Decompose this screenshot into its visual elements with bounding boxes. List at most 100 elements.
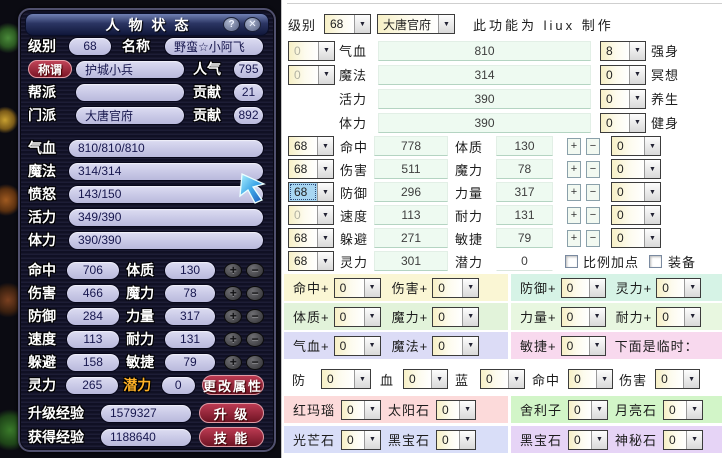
title-button[interactable]: 称谓 bbox=[28, 60, 72, 78]
endurance-add-dropdown[interactable]: 0 ▼ bbox=[656, 307, 701, 327]
damage-skill-dropdown[interactable]: 68 ▼ bbox=[288, 159, 334, 179]
calc-hp-value: 810 bbox=[378, 41, 591, 61]
chevron-down-icon: ▼ bbox=[354, 15, 370, 33]
defense-extra-dropdown[interactable]: 0 ▼ bbox=[611, 182, 661, 202]
temp-damage-dropdown[interactable]: 0 ▼ bbox=[655, 369, 700, 389]
temp-defense-dropdown[interactable]: 0 ▼ bbox=[321, 369, 371, 389]
gained-exp-value: 1188640 bbox=[100, 428, 192, 447]
plus-button[interactable]: + bbox=[567, 184, 581, 201]
close-icon[interactable]: ✕ bbox=[244, 17, 261, 32]
dodge-extra-dropdown[interactable]: 0 ▼ bbox=[611, 228, 661, 248]
calc-level-dropdown[interactable]: 68 ▼ bbox=[324, 14, 371, 34]
popularity-label: 人气 bbox=[193, 59, 233, 79]
mp-add-dropdown[interactable]: 0 ▼ bbox=[432, 336, 479, 356]
minus-button[interactable]: − bbox=[246, 263, 264, 278]
temp-buff-row: 防 0 ▼ 血 0 ▼ 蓝 0 ▼ 命中 0 ▼ 伤害 0 ▼ bbox=[288, 368, 700, 390]
change-attributes-button[interactable]: 更改属性 bbox=[202, 375, 264, 395]
stat-row-spirit: 灵力 265 潜力 0 更改属性 bbox=[28, 374, 264, 396]
minus-button[interactable]: − bbox=[246, 286, 264, 301]
light-stone-dropdown[interactable]: 0 ▼ bbox=[341, 430, 381, 450]
temp-mp-dropdown[interactable]: 0 ▼ bbox=[480, 369, 525, 389]
minus-button[interactable]: − bbox=[586, 184, 600, 201]
plus-button[interactable]: + bbox=[567, 138, 581, 155]
damage-add-dropdown[interactable]: 0 ▼ bbox=[432, 278, 479, 298]
minus-button[interactable]: − bbox=[586, 161, 600, 178]
hit-label: 命中 bbox=[28, 260, 66, 280]
dodge-skill-dropdown[interactable]: 68 ▼ bbox=[288, 228, 334, 248]
mingxiang-dropdown[interactable]: 0 ▼ bbox=[600, 65, 646, 85]
skills-button[interactable]: 技 能 bbox=[199, 427, 264, 447]
speed-extra-dropdown[interactable]: 0 ▼ bbox=[611, 205, 661, 225]
spirit-label: 灵力 bbox=[340, 252, 372, 271]
hp-add-dropdown[interactable]: 0 ▼ bbox=[334, 336, 381, 356]
defense-add-dropdown[interactable]: 0 ▼ bbox=[561, 278, 606, 298]
mp-mod-dropdown[interactable]: 0 ▼ bbox=[288, 65, 335, 85]
add-label: 防御+ bbox=[520, 278, 557, 297]
minus-button[interactable]: − bbox=[586, 230, 600, 247]
strength-add-dropdown[interactable]: 0 ▼ bbox=[561, 307, 606, 327]
sarira-dropdown[interactable]: 0 ▼ bbox=[568, 400, 608, 420]
magic-add-dropdown[interactable]: 0 ▼ bbox=[432, 307, 479, 327]
temp-label: 防 bbox=[292, 370, 306, 389]
stat-row-damage: 伤害 466 魔力 78 + − bbox=[28, 282, 264, 304]
damage-extra-dropdown[interactable]: 0 ▼ bbox=[611, 159, 661, 179]
constitution-add-dropdown[interactable]: 0 ▼ bbox=[334, 307, 381, 327]
calc-stamina-row: 体力 390 0 ▼ 健身 bbox=[288, 112, 679, 133]
minus-button[interactable]: − bbox=[586, 138, 600, 155]
strength-label: 力量 bbox=[126, 306, 164, 326]
equipment-checkbox[interactable] bbox=[649, 255, 662, 268]
speed-skill-dropdown[interactable]: 0 ▼ bbox=[288, 205, 334, 225]
plus-button[interactable]: + bbox=[224, 332, 242, 347]
sun-stone-dropdown[interactable]: 0 ▼ bbox=[436, 400, 476, 420]
defense-skill-dropdown[interactable]: 68 ▼ bbox=[288, 182, 334, 202]
plus-button[interactable]: + bbox=[567, 230, 581, 247]
help-button[interactable]: ? bbox=[223, 17, 240, 32]
chevron-down-icon: ▼ bbox=[629, 114, 645, 132]
yangsheng-dropdown[interactable]: 0 ▼ bbox=[600, 89, 646, 109]
plus-button[interactable]: + bbox=[224, 355, 242, 370]
agility-add-dropdown[interactable]: 0 ▼ bbox=[561, 336, 606, 356]
levelup-button[interactable]: 升 级 bbox=[199, 403, 264, 423]
plus-button[interactable]: + bbox=[224, 263, 242, 278]
hit-value: 706 bbox=[66, 261, 121, 280]
ratio-allocation-checkbox[interactable] bbox=[565, 255, 578, 268]
hit-add-dropdown[interactable]: 0 ▼ bbox=[334, 278, 381, 298]
hp-mod-dropdown[interactable]: 0 ▼ bbox=[288, 41, 335, 61]
plus-button[interactable]: + bbox=[224, 309, 242, 324]
black-gem-dropdown[interactable]: 0 ▼ bbox=[436, 430, 476, 450]
temp-hp-dropdown[interactable]: 0 ▼ bbox=[403, 369, 448, 389]
minus-button[interactable]: − bbox=[246, 332, 264, 347]
school-contribution-value: 892 bbox=[233, 106, 264, 125]
plus-button[interactable]: + bbox=[567, 207, 581, 224]
mystery-stone-dropdown[interactable]: 0 ▼ bbox=[663, 430, 703, 450]
red-agate-dropdown[interactable]: 0 ▼ bbox=[341, 400, 381, 420]
calc-hp-label: 气血 bbox=[339, 41, 373, 60]
add-label: 命中+ bbox=[293, 278, 330, 297]
row-label: 速度 bbox=[340, 206, 372, 225]
mp-value: 314/314 bbox=[68, 162, 264, 181]
contribution-label: 贡献 bbox=[193, 82, 233, 102]
minus-button[interactable]: − bbox=[586, 207, 600, 224]
qiangshen-dropdown[interactable]: 8 ▼ bbox=[600, 41, 646, 61]
row-value: 113 bbox=[374, 205, 448, 225]
mingxiang-label: 冥想 bbox=[651, 65, 679, 84]
jianshen-dropdown[interactable]: 0 ▼ bbox=[600, 113, 646, 133]
plus-button[interactable]: + bbox=[224, 286, 242, 301]
stamina-label: 体力 bbox=[28, 230, 68, 250]
minus-button[interactable]: − bbox=[246, 309, 264, 324]
moon-stone-dropdown[interactable]: 0 ▼ bbox=[663, 400, 703, 420]
temp-hit-dropdown[interactable]: 0 ▼ bbox=[568, 369, 613, 389]
spirit-skill-dropdown[interactable]: 68 ▼ bbox=[288, 251, 334, 271]
black-gem-dropdown[interactable]: 0 ▼ bbox=[568, 430, 608, 450]
window-titlebar[interactable]: 人物状态 ? ✕ bbox=[25, 13, 269, 36]
hit-skill-dropdown[interactable]: 68 ▼ bbox=[288, 136, 334, 156]
calc-stat-row-spirit: 68 ▼ 灵力 301 潜力 0 比例加点 装备 bbox=[288, 251, 696, 271]
row-label: 防御 bbox=[340, 183, 372, 202]
add-label: 敏捷+ bbox=[520, 336, 557, 355]
plus-button[interactable]: + bbox=[567, 161, 581, 178]
hit-extra-dropdown[interactable]: 0 ▼ bbox=[611, 136, 661, 156]
minus-button[interactable]: − bbox=[246, 355, 264, 370]
add-label: 气血+ bbox=[293, 336, 330, 355]
spirit-add-dropdown[interactable]: 0 ▼ bbox=[656, 278, 701, 298]
calc-school-dropdown[interactable]: 大唐官府 ▼ bbox=[377, 14, 455, 34]
